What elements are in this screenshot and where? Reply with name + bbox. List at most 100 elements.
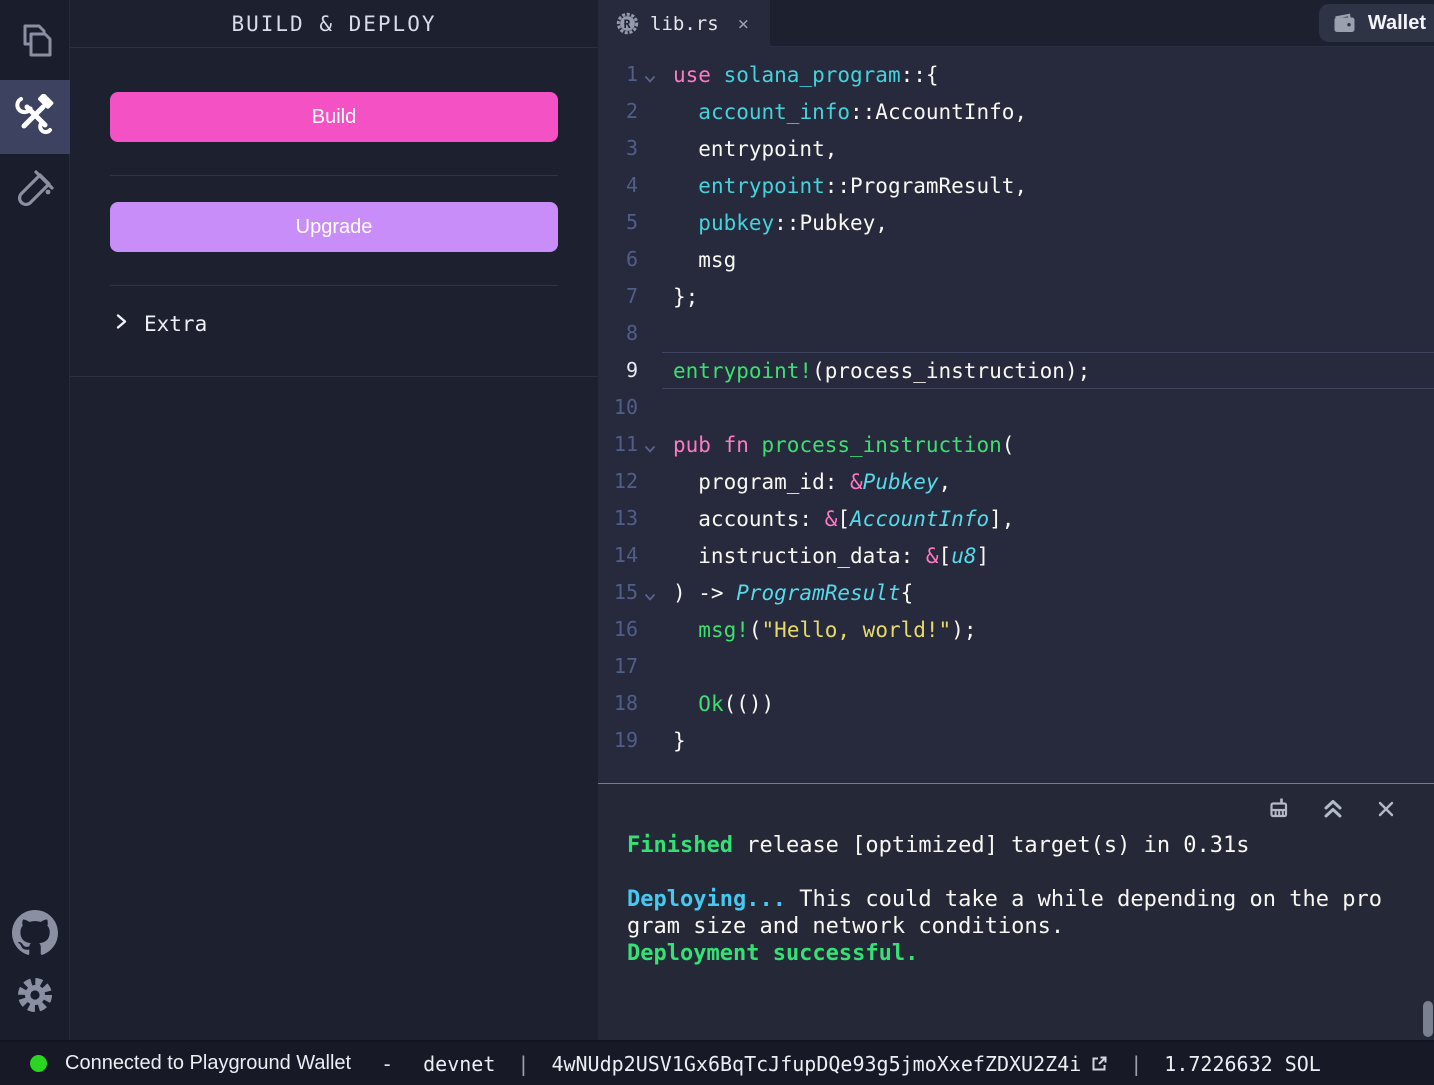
tab-librs[interactable]: R lib.rs × — [598, 0, 770, 47]
code-line[interactable]: 13 accounts: &[AccountInfo], — [598, 500, 1434, 537]
tab-bar: R lib.rs × Wallet — [598, 0, 1434, 47]
terminal-line — [627, 859, 1414, 886]
github-icon — [12, 910, 58, 960]
code-line[interactable]: 10 — [598, 389, 1434, 426]
close-terminal-button[interactable] — [1376, 799, 1396, 823]
wallet-address: 4wNUdp2USV1Gx6BqTcJfupDQe93g5jmoXxefZDXU… — [551, 1052, 1081, 1076]
line-number: 11 — [598, 426, 638, 463]
line-number: 15 — [598, 574, 638, 611]
solana-playground-app: BUILD & DEPLOY Build Upgrade Extra — [0, 0, 1434, 1085]
sidebar-item-explorer[interactable] — [0, 6, 70, 80]
rust-icon: R — [616, 12, 639, 35]
code-line-text: msg — [662, 241, 1434, 278]
build-deploy-panel: BUILD & DEPLOY Build Upgrade Extra — [70, 0, 598, 1040]
fold-gutter — [638, 278, 662, 315]
wallet-label: Wallet — [1368, 12, 1426, 35]
status-dash: - — [381, 1052, 393, 1076]
clear-terminal-button[interactable] — [1267, 797, 1290, 825]
code-line[interactable]: 17 — [598, 648, 1434, 685]
status-bar: Connected to Playground Wallet - devnet … — [0, 1040, 1434, 1085]
sidebar-item-settings[interactable] — [0, 966, 70, 1028]
status-separator: | — [517, 1052, 529, 1076]
wallet-address-link[interactable]: 4wNUdp2USV1Gx6BqTcJfupDQe93g5jmoXxefZDXU… — [551, 1052, 1108, 1076]
upgrade-button[interactable]: Upgrade — [110, 202, 558, 252]
code-line[interactable]: 4 entrypoint::ProgramResult, — [598, 167, 1434, 204]
code-line[interactable]: 2 account_info::AccountInfo, — [598, 93, 1434, 130]
code-line[interactable]: 18 Ok(()) — [598, 685, 1434, 722]
line-number: 18 — [598, 685, 638, 722]
code-line[interactable]: 6 msg — [598, 241, 1434, 278]
code-line[interactable]: 16 msg!("Hello, world!"); — [598, 611, 1434, 648]
code-line[interactable]: 9entrypoint!(process_instruction); — [598, 352, 1434, 389]
line-number: 16 — [598, 611, 638, 648]
test-tube-icon — [14, 168, 56, 214]
sidebar-item-build-deploy[interactable] — [0, 80, 70, 154]
line-number: 4 — [598, 167, 638, 204]
wallet-icon — [1333, 13, 1356, 34]
activity-bar — [0, 0, 70, 1040]
fold-gutter — [638, 463, 662, 500]
terminal-actions — [598, 784, 1434, 828]
fold-gutter — [638, 722, 662, 759]
sidebar-item-github[interactable] — [0, 904, 70, 966]
tab-label: lib.rs — [650, 13, 719, 35]
expand-terminal-button[interactable] — [1322, 798, 1344, 824]
code-line[interactable]: 15) -> ProgramResult{ — [598, 574, 1434, 611]
code-line[interactable]: 7}; — [598, 278, 1434, 315]
fold-gutter — [638, 611, 662, 648]
fold-gutter — [638, 352, 662, 389]
code-line-text — [662, 389, 1434, 426]
code-line-text: msg!("Hello, world!"); — [662, 611, 1434, 648]
code-line[interactable]: 12 program_id: &Pubkey, — [598, 463, 1434, 500]
line-number: 3 — [598, 130, 638, 167]
sidebar-item-test[interactable] — [0, 154, 70, 228]
code-line-text: pubkey::Pubkey, — [662, 204, 1434, 241]
code-line[interactable]: 1 use solana_program::{ — [598, 56, 1434, 93]
code-line-text: use solana_program::{ — [662, 56, 1434, 93]
code-line[interactable]: 8 — [598, 315, 1434, 352]
fold-gutter — [638, 204, 662, 241]
close-icon — [1376, 799, 1396, 823]
fold-chevron-icon[interactable] — [638, 574, 662, 611]
tab-close-icon[interactable]: × — [738, 13, 749, 35]
build-button[interactable]: Build — [110, 92, 558, 142]
line-number: 12 — [598, 463, 638, 500]
connection-status-text: Connected to Playground Wallet — [65, 1052, 351, 1075]
extra-expander[interactable]: Extra — [110, 312, 558, 336]
terminal-scrollbar-thumb[interactable] — [1423, 1001, 1433, 1037]
code-line-text: entrypoint!(process_instruction); — [662, 352, 1434, 389]
terminal-line: Deployment successful. — [627, 940, 1414, 967]
activity-bar-top — [0, 6, 69, 228]
line-number: 19 — [598, 722, 638, 759]
fold-gutter — [638, 315, 662, 352]
code-line-text: program_id: &Pubkey, — [662, 463, 1434, 500]
code-line-text: account_info::AccountInfo, — [662, 93, 1434, 130]
line-number: 2 — [598, 93, 638, 130]
fold-chevron-icon[interactable] — [638, 426, 662, 463]
fold-gutter — [638, 389, 662, 426]
code-line[interactable]: 14 instruction_data: &[u8] — [598, 537, 1434, 574]
fold-chevron-icon[interactable] — [638, 56, 662, 93]
extra-label: Extra — [144, 312, 207, 336]
terminal-line: gram size and network conditions. — [627, 913, 1414, 940]
code-line[interactable]: 11pub fn process_instruction( — [598, 426, 1434, 463]
line-number: 7 — [598, 278, 638, 315]
activity-bar-bottom — [0, 904, 69, 1028]
code-line-text — [662, 315, 1434, 352]
status-separator: | — [1130, 1052, 1142, 1076]
connection-status-dot — [30, 1055, 47, 1072]
code-line[interactable]: 5 pubkey::Pubkey, — [598, 204, 1434, 241]
fold-gutter — [638, 537, 662, 574]
terminal-output[interactable]: Finished release [optimized] target(s) i… — [598, 828, 1434, 967]
cluster-name: devnet — [423, 1052, 495, 1076]
code-line[interactable]: 19} — [598, 722, 1434, 759]
line-number: 1 — [598, 56, 638, 93]
code-line[interactable]: 3 entrypoint, — [598, 130, 1434, 167]
code-line-text: instruction_data: &[u8] — [662, 537, 1434, 574]
line-number: 14 — [598, 537, 638, 574]
chevron-right-icon — [115, 312, 128, 336]
code-editor[interactable]: 1use solana_program::{2 account_info::Ac… — [598, 47, 1434, 783]
panel-header: BUILD & DEPLOY — [70, 0, 598, 48]
wallet-button[interactable]: Wallet — [1319, 4, 1434, 42]
tools-icon — [14, 94, 56, 140]
